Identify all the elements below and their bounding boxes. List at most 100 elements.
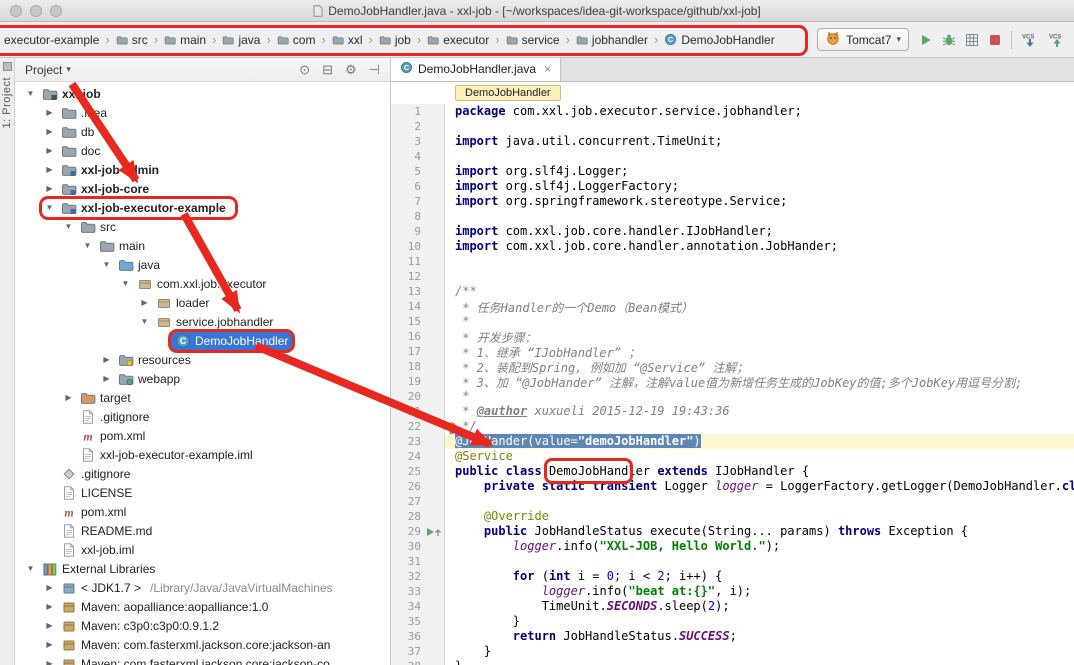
breadcrumb-item-demojobhandler[interactable]: CDemoJobHandler: [662, 31, 776, 49]
breadcrumb-item-job[interactable]: job: [377, 31, 413, 49]
folder-icon: [576, 34, 588, 46]
vcs-commit-icon[interactable]: VCS: [1048, 32, 1066, 48]
expand-arrow-icon[interactable]: ▼: [23, 564, 38, 573]
web-folder-icon: [118, 371, 134, 387]
locate-icon[interactable]: ⊙: [295, 62, 314, 78]
gutter-spacer: [426, 451, 444, 463]
tree-item-com-xxl-job-executor[interactable]: ▼com.xxl.job.executor: [15, 274, 390, 293]
stop-icon[interactable]: [988, 33, 1002, 47]
tree-item-license[interactable]: LICENSE: [15, 483, 390, 502]
gutter-spacer: [426, 406, 444, 418]
tree-item-maven-com-fasterxml-jackson-core-jackson-co[interactable]: ▶Maven: com.fasterxml.jackson.core:jacks…: [15, 654, 390, 665]
tree-item-main[interactable]: ▼ main: [15, 236, 390, 255]
collapse-arrow-icon[interactable]: ▶: [42, 621, 57, 630]
settings-gear-icon[interactable]: ⚙: [341, 62, 361, 78]
tool-window-button-project[interactable]: 1: Project: [1, 77, 13, 128]
expand-arrow-icon[interactable]: ▼: [118, 279, 133, 288]
tree-item-xxl-job-core[interactable]: ▶xxl-job-core: [15, 179, 390, 198]
collapse-arrow-icon[interactable]: ▶: [42, 127, 57, 136]
breadcrumb-item-src[interactable]: src: [114, 31, 150, 49]
collapse-arrow-icon[interactable]: ▶: [42, 583, 57, 592]
code-lines[interactable]: package com.xxl.job.executor.service.job…: [445, 104, 1074, 665]
vcs-update-icon[interactable]: VCS: [1021, 32, 1039, 48]
collapse-arrow-icon[interactable]: ▶: [137, 298, 152, 307]
expand-arrow-icon[interactable]: ▼: [80, 241, 95, 250]
tree-item-idea[interactable]: ▶.idea: [15, 103, 390, 122]
collapse-arrow-icon[interactable]: ▶: [42, 165, 57, 174]
tree-item-external-libraries[interactable]: ▼External Libraries: [15, 559, 390, 578]
chevron-down-icon[interactable]: ▾: [66, 64, 71, 75]
hide-panel-icon[interactable]: ⊣: [365, 62, 384, 78]
breadcrumb-item-service[interactable]: service: [504, 31, 562, 49]
collapse-arrow-icon[interactable]: ▶: [99, 355, 114, 364]
tree-item-maven-com-fasterxml-jackson-core-jackson-an[interactable]: ▶Maven: com.fasterxml.jackson.core:jacks…: [15, 635, 390, 654]
breadcrumb-item-com[interactable]: com: [275, 31, 318, 49]
close-icon[interactable]: ×: [544, 62, 551, 76]
run-config-select[interactable]: Tomcat7 ▾: [817, 28, 909, 51]
selected-text: @JobHander(value="demoJobHandler"): [455, 434, 701, 448]
line-number: 17: [391, 345, 426, 358]
run-icon[interactable]: [919, 33, 933, 47]
gutter-spacer: [426, 166, 444, 178]
tree-item-gitignore[interactable]: .gitignore: [15, 407, 390, 426]
tree-item-xxl-job-iml[interactable]: xxl-job.iml: [15, 540, 390, 559]
tree-item-target[interactable]: ▶target: [15, 388, 390, 407]
chevron-separator-icon: ›: [321, 32, 325, 47]
breadcrumb-item-main[interactable]: main: [162, 31, 208, 49]
tree-item-pom-xml[interactable]: mpom.xml: [15, 426, 390, 445]
tree-item-readme-md[interactable]: README.md: [15, 521, 390, 540]
collapse-arrow-icon[interactable]: ▶: [42, 146, 57, 155]
tree-item-webapp[interactable]: ▶webapp: [15, 369, 390, 388]
zoom-button[interactable]: [50, 5, 62, 17]
code-area[interactable]: 1234567891011121314151617181920212223242…: [391, 104, 1074, 665]
tree-item-db[interactable]: ▶db: [15, 122, 390, 141]
expand-arrow-icon[interactable]: ▼: [61, 222, 76, 231]
tree-item-src[interactable]: ▼src: [15, 217, 390, 236]
collapse-arrow-icon[interactable]: ▶: [42, 184, 57, 193]
breadcrumb-pill[interactable]: DemoJobHandler: [455, 85, 561, 101]
tree-item-maven-c3p0-c3p0-0-9-1-2[interactable]: ▶Maven: c3p0:c3p0:0.9.1.2: [15, 616, 390, 635]
breadcrumb-item-xxl[interactable]: xxl: [330, 31, 365, 49]
tree-item-label: main: [119, 239, 145, 253]
collapse-all-icon[interactable]: ⊟: [318, 62, 337, 78]
minimize-button[interactable]: [30, 5, 42, 17]
tree-item-gitignore[interactable]: .gitignore: [15, 464, 390, 483]
tree-item-xxl-job[interactable]: ▼xxl-job: [15, 84, 390, 103]
breadcrumb-item-java[interactable]: java: [220, 31, 262, 49]
collapse-arrow-icon[interactable]: ▶: [42, 640, 57, 649]
tree-item-maven-aopalliance-aopalliance-1-0[interactable]: ▶Maven: aopalliance:aopalliance:1.0: [15, 597, 390, 616]
debug-icon[interactable]: [942, 33, 956, 47]
expand-arrow-icon[interactable]: ▼: [99, 260, 114, 269]
tab-demojobhandler-java[interactable]: C DemoJobHandler.java ×: [391, 58, 561, 81]
tree-item-demojobhandler[interactable]: CDemoJobHandler: [15, 331, 390, 350]
code-line: @Override: [445, 509, 1074, 524]
tree-item-loader[interactable]: ▶loader: [15, 293, 390, 312]
override-method-marker-icon[interactable]: [426, 526, 444, 538]
project-icon: [42, 86, 58, 102]
collapse-arrow-icon[interactable]: ▶: [42, 602, 57, 611]
tree-item-xxl-job-executor-example[interactable]: ▼xxl-job-executor-example: [15, 198, 390, 217]
tree-item-pom-xml[interactable]: mpom.xml: [15, 502, 390, 521]
intention-bulb-icon[interactable]: [446, 422, 457, 438]
breadcrumb-item-jobhandler[interactable]: jobhandler: [574, 31, 650, 49]
breadcrumb-item-executor[interactable]: executor: [425, 31, 491, 49]
collapse-arrow-icon[interactable]: ▶: [61, 393, 76, 402]
code-line: * 任务Handler的一个Demo（Bean模式）: [445, 299, 1074, 314]
coverage-icon[interactable]: [965, 33, 979, 47]
expand-arrow-icon[interactable]: ▼: [42, 203, 57, 212]
file-icon: [61, 523, 77, 539]
tree-item-doc[interactable]: ▶doc: [15, 141, 390, 160]
tree-item-xxl-job-executor-example-iml[interactable]: xxl-job-executor-example.iml: [15, 445, 390, 464]
expand-arrow-icon[interactable]: ▼: [23, 89, 38, 98]
tree-item-service-jobhandler[interactable]: ▼service.jobhandler: [15, 312, 390, 331]
collapse-arrow-icon[interactable]: ▶: [42, 108, 57, 117]
collapse-arrow-icon[interactable]: ▶: [42, 659, 57, 665]
collapse-arrow-icon[interactable]: ▶: [99, 374, 114, 383]
tree-item-resources[interactable]: ▶resources: [15, 350, 390, 369]
close-button[interactable]: [10, 5, 22, 17]
tree-item-jdk1-7[interactable]: ▶< JDK1.7 >/Library/Java/JavaVirtualMach…: [15, 578, 390, 597]
tree-item-xxl-job-admin[interactable]: ▶xxl-job-admin: [15, 160, 390, 179]
tree-item-java[interactable]: ▼java: [15, 255, 390, 274]
expand-arrow-icon[interactable]: ▼: [137, 317, 152, 326]
breadcrumb-item-executor-example[interactable]: executor-example: [2, 31, 101, 49]
